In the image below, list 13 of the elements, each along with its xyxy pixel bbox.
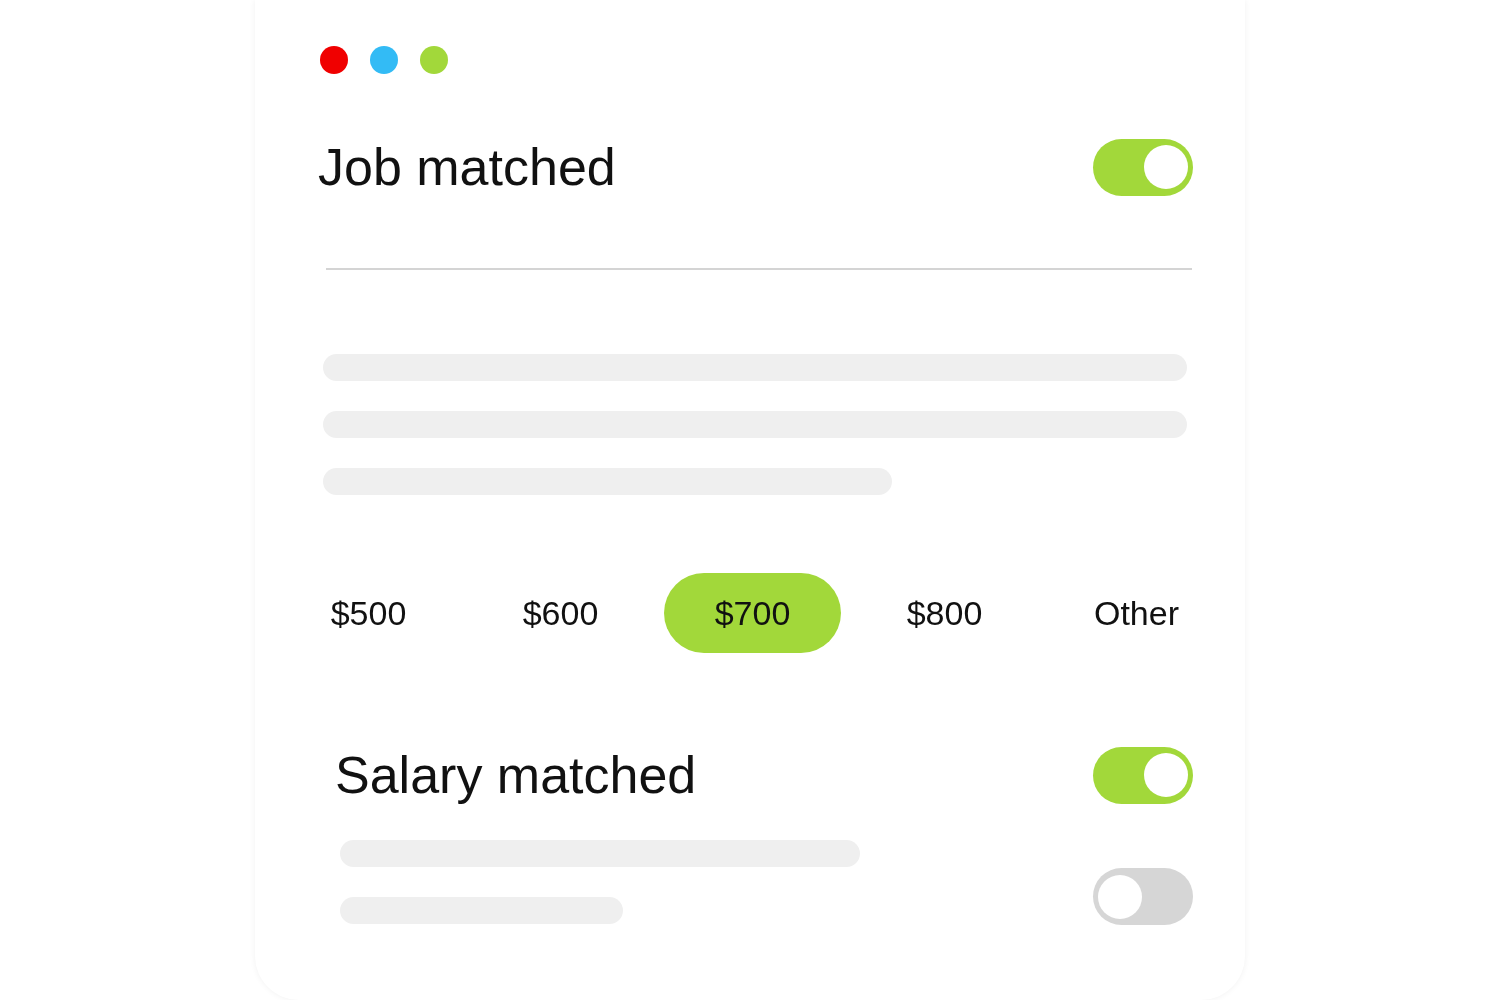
amount-option[interactable]: Other [1048,573,1225,653]
amount-option[interactable]: $800 [856,573,1033,653]
section-title: Salary matched [335,745,697,805]
amount-option[interactable]: $600 [472,573,649,653]
toggle-switch[interactable] [1093,868,1193,925]
section-title: Job matched [318,137,616,197]
toggle-switch[interactable] [1093,746,1193,804]
window-dot[interactable] [420,46,448,74]
amount-option[interactable]: $500 [280,573,457,653]
amount-option[interactable]: $700 [664,573,841,653]
window-dot[interactable] [370,46,398,74]
toggle-switch[interactable] [1093,138,1193,196]
window-dot[interactable] [320,46,348,74]
